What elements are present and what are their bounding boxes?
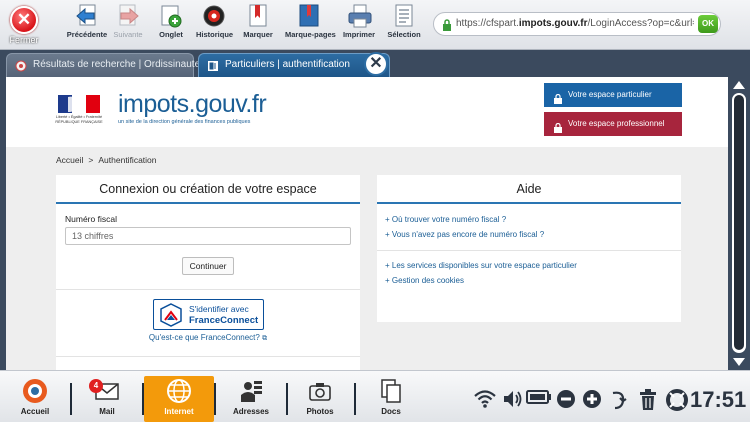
forward-button[interactable]: Suivante	[110, 4, 146, 46]
zoom-in-icon[interactable]	[582, 389, 602, 409]
help-panel: Aide Où trouver votre numéro fiscal ? Vo…	[377, 175, 681, 322]
fiscal-number-label: Numéro fiscal	[65, 214, 117, 224]
login-title: Connexion ou création de votre espace	[56, 175, 360, 204]
breadcrumb: Accueil > Authentification	[56, 155, 157, 165]
history-button[interactable]: Historique	[196, 4, 233, 46]
breadcrumb-current: Authentification	[98, 155, 157, 165]
wifi-icon[interactable]	[474, 389, 496, 409]
rotate-icon[interactable]	[610, 389, 628, 411]
site-header: Liberté • Égalité • Fraternité RÉPUBLIQUE…	[6, 77, 728, 147]
clock: 17:51	[690, 387, 747, 412]
trash-icon[interactable]	[638, 389, 658, 411]
french-flag-icon	[58, 95, 100, 113]
franceconnect-info-link[interactable]: Qu'est-ce que FranceConnect? ⧉	[56, 333, 360, 343]
close-icon: ✕	[10, 6, 38, 34]
selection-icon	[393, 4, 415, 28]
continue-button[interactable]: Continuer	[182, 257, 234, 275]
help-title: Aide	[377, 175, 681, 204]
lock-icon	[442, 18, 452, 31]
dock-home[interactable]: Accueil	[0, 376, 70, 422]
pro-space-button[interactable]: Votre espace professionnel	[544, 112, 682, 136]
bookmark-button[interactable]: Marquer	[242, 4, 274, 46]
back-button[interactable]: Précédente	[62, 4, 112, 46]
site-logo[interactable]: impots.gouv.fr	[118, 90, 267, 119]
divider	[377, 250, 681, 251]
fiscal-number-input[interactable]	[65, 227, 351, 245]
tab-authentification[interactable]: Particuliers | authentification	[198, 53, 390, 77]
page-scrollbar[interactable]	[728, 77, 750, 370]
lock-icon	[554, 90, 562, 104]
login-panel: Connexion ou création de votre espace Nu…	[56, 175, 360, 370]
bookmark-icon	[247, 4, 269, 28]
bookmarks-list-button[interactable]: Marque-pages	[285, 4, 336, 46]
volume-icon[interactable]	[502, 389, 522, 409]
franceconnect-button[interactable]: S'identifier avec FranceConnect	[153, 299, 264, 330]
scroll-track[interactable]	[732, 93, 746, 353]
zoom-out-icon[interactable]	[556, 389, 576, 409]
divider	[56, 289, 360, 290]
contacts-icon	[238, 378, 264, 404]
forward-arrow-icon	[117, 4, 139, 28]
scroll-thumb[interactable]	[734, 95, 744, 350]
url-bar[interactable]: https://cfspart.impots.gouv.fr/LoginAcce…	[433, 12, 721, 36]
site-subtitle: un site de la direction générale des fin…	[118, 119, 251, 125]
globe-icon	[166, 378, 192, 404]
help-link-fiscal-number[interactable]: Où trouver votre numéro fiscal ?	[385, 215, 506, 224]
dock-mail[interactable]: Mail	[72, 376, 142, 422]
new-tab-button[interactable]: Onglet	[156, 4, 186, 46]
close-tab-icon[interactable]: ✕	[364, 52, 388, 76]
close-button[interactable]: ✕ Fermer	[0, 0, 48, 50]
home-icon	[22, 378, 48, 404]
help-lifebuoy-icon[interactable]	[666, 389, 688, 411]
battery-icon	[526, 390, 551, 404]
new-tab-icon	[160, 4, 182, 28]
documents-icon	[378, 378, 404, 404]
dock-docs[interactable]: Docs	[356, 376, 426, 422]
back-arrow-icon	[76, 4, 98, 28]
help-link-cookies[interactable]: Gestion des cookies	[385, 276, 464, 285]
history-icon	[203, 4, 225, 28]
breadcrumb-home[interactable]: Accueil	[56, 155, 83, 165]
print-button[interactable]: Imprimer	[341, 4, 377, 46]
tab-search-results[interactable]: Résultats de recherche | Ordissinaute	[6, 53, 200, 77]
help-link-services[interactable]: Les services disponibles sur votre espac…	[385, 261, 577, 270]
mail-badge: 4	[89, 379, 103, 393]
camera-icon	[307, 378, 333, 404]
search-tab-icon	[15, 59, 27, 72]
external-link-icon: ⧉	[262, 335, 268, 342]
browser-toolbar: ✕ Fermer Précédente Suivante Onglet Hist…	[0, 0, 750, 50]
printer-icon	[348, 4, 372, 28]
url-text: https://cfspart.impots.gouv.fr/LoginAcce…	[456, 18, 694, 29]
dock-internet[interactable]: Internet	[144, 376, 214, 422]
selection-button[interactable]: Sélection	[386, 4, 422, 46]
close-label: Fermer	[9, 35, 39, 45]
dock-photos[interactable]: Photos	[288, 376, 352, 422]
particulier-space-button[interactable]: Votre espace particulier	[544, 83, 682, 107]
help-link-no-fiscal-number[interactable]: Vous n'avez pas encore de numéro fiscal …	[385, 230, 544, 239]
go-button[interactable]: OK	[698, 15, 718, 33]
web-page: Liberté • Égalité • Fraternité RÉPUBLIQUE…	[6, 77, 728, 370]
scroll-down-icon[interactable]	[732, 356, 746, 368]
marianne-logo: Liberté • Égalité • Fraternité RÉPUBLIQUE…	[54, 92, 104, 132]
dock-addresses[interactable]: Adresses	[216, 376, 286, 422]
divider	[56, 356, 360, 357]
lock-icon	[554, 119, 562, 133]
bookmarks-icon	[298, 4, 320, 28]
franceconnect-icon	[160, 303, 182, 327]
scroll-up-icon[interactable]	[732, 79, 746, 91]
page-tab-icon	[207, 59, 219, 71]
